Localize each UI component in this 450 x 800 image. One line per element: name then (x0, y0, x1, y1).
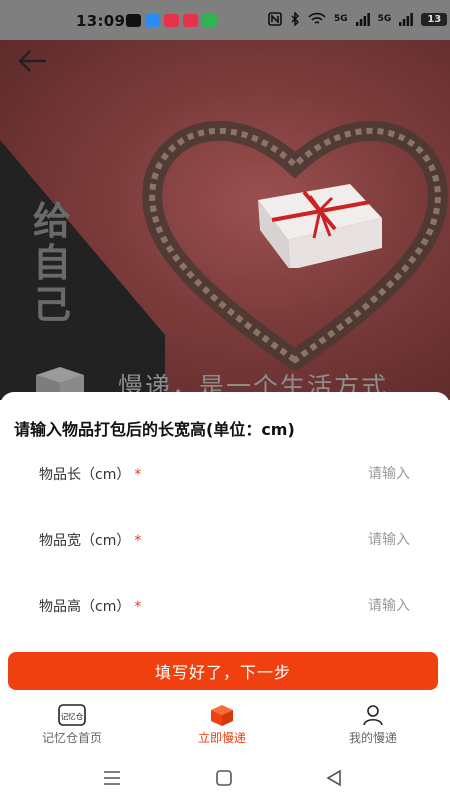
length-field-row[interactable]: 物品长（cm） * (0, 454, 450, 494)
back-arrow-icon[interactable] (16, 48, 50, 74)
tiktok-icon (126, 14, 141, 27)
tab-label: 立即慢递 (197, 731, 246, 745)
message-icon (202, 14, 217, 27)
signal-1-label: 5G (334, 14, 348, 24)
wifi-icon (308, 12, 326, 24)
width-label: 物品宽（cm） * (39, 533, 142, 549)
tab-label: 我的慢递 (348, 731, 397, 745)
hero-vertical-text: 给 自 己 (32, 198, 71, 327)
next-step-button[interactable]: 填写好了，下一步 (8, 652, 438, 690)
required-mark: * (134, 467, 142, 483)
width-input[interactable] (270, 528, 410, 552)
nfc-icon (268, 12, 282, 26)
tab-my-deliveries[interactable]: 我的慢递 (318, 700, 428, 750)
user-icon (363, 705, 383, 726)
battery-icon: 13 (421, 12, 448, 26)
home-icon[interactable] (212, 768, 236, 788)
gift-box-image (258, 184, 382, 268)
mail-icon (164, 14, 179, 27)
height-field-row[interactable]: 物品高（cm） * (0, 586, 450, 626)
signal-2-icon (399, 12, 414, 26)
length-label: 物品长（cm） * (39, 467, 142, 483)
back-triangle-icon[interactable] (322, 768, 346, 788)
tab-send-now[interactable]: 立即慢递 (167, 700, 277, 750)
bottom-tab-bar: 记忆仓 记忆仓首页 立即慢递 我的慢递 (0, 700, 450, 750)
status-bar: 13:09 5G 5G 13 (0, 0, 450, 40)
status-app-icons (126, 14, 217, 27)
svg-text:记忆仓: 记忆仓 (61, 711, 84, 721)
required-mark: * (134, 599, 142, 615)
system-nav-bar (0, 758, 450, 800)
form-title: 请输入物品打包后的长宽高(单位：cm) (14, 420, 295, 439)
bluetooth-icon (291, 12, 300, 26)
width-field-row[interactable]: 物品宽（cm） * (0, 520, 450, 560)
status-indicators: 5G 5G 13 (268, 12, 448, 26)
hero-banner: 给 自 己 慢递，是一个生活方式 (0, 40, 450, 400)
tab-memory-home[interactable]: 记忆仓 记忆仓首页 (17, 700, 127, 750)
height-input[interactable] (270, 594, 410, 618)
video-icon (145, 14, 160, 27)
height-label: 物品高（cm） * (39, 599, 142, 615)
status-time: 13:09 (76, 12, 126, 30)
memory-box-icon: 记忆仓 (58, 704, 86, 726)
signal-1-icon (355, 12, 370, 26)
tab-label: 记忆仓首页 (41, 731, 102, 745)
length-input[interactable] (270, 462, 410, 486)
required-mark: * (134, 533, 142, 549)
store-icon (183, 14, 198, 27)
signal-2-label: 5G (377, 14, 392, 24)
menu-icon[interactable] (100, 768, 124, 788)
package-icon (211, 705, 233, 726)
